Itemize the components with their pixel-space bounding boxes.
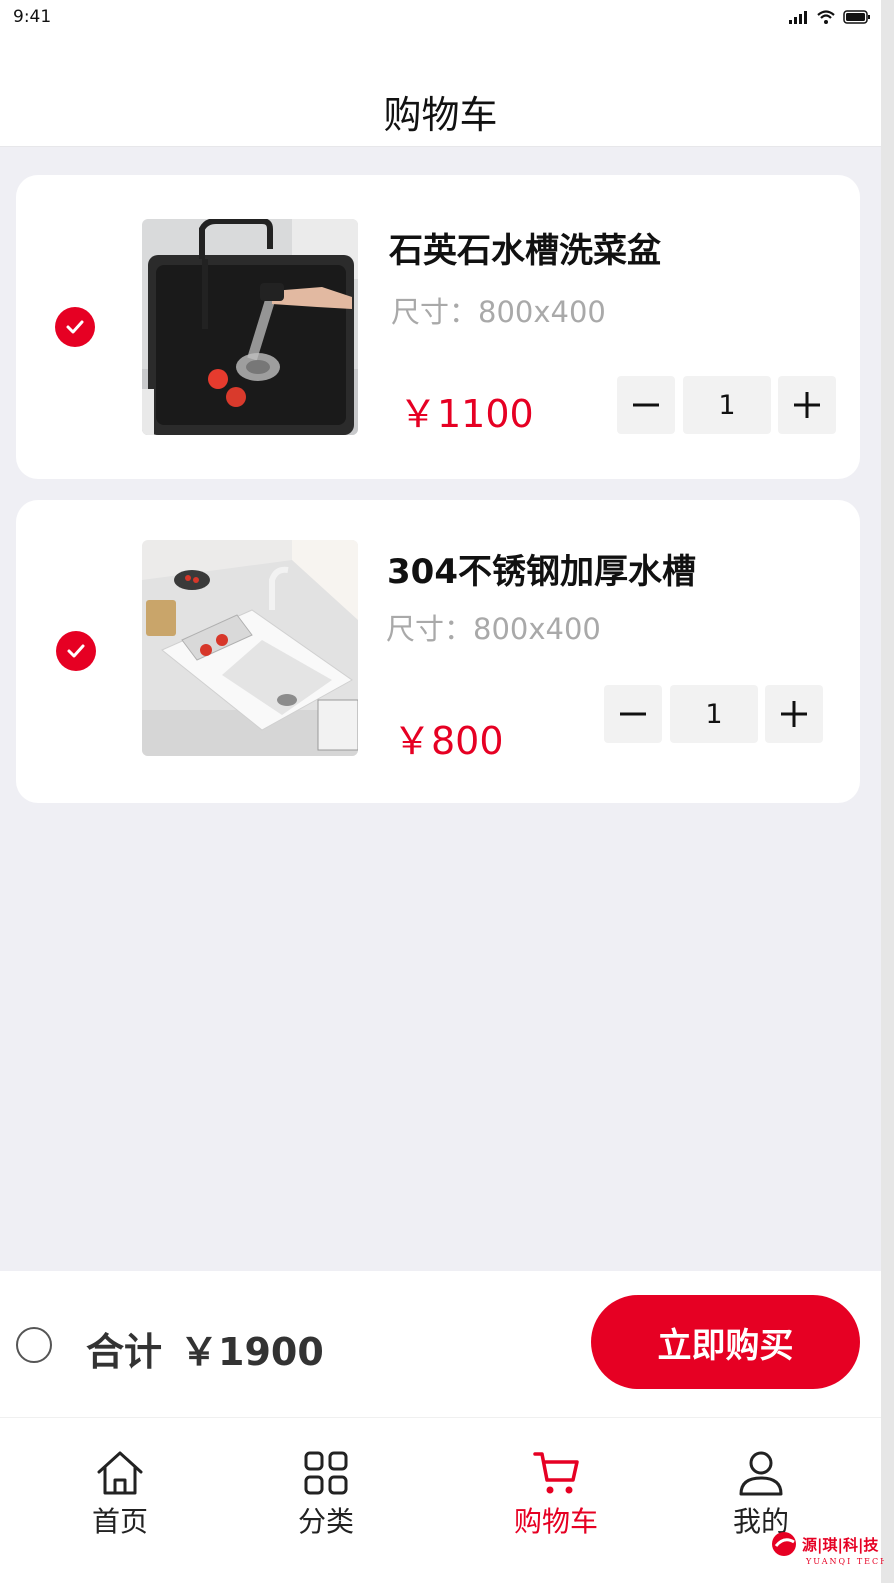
tab-label: 分类	[297, 1505, 354, 1538]
sink-photo-white	[142, 540, 358, 756]
status-icons	[789, 10, 871, 24]
home-icon	[97, 1451, 143, 1495]
status-time: 9:41	[13, 7, 52, 27]
check-icon	[66, 320, 84, 334]
minus-icon	[633, 403, 659, 407]
checkout-bar: 合计 ￥1900 立即购买	[0, 1271, 881, 1418]
signal-icon	[789, 11, 807, 24]
tab-cart[interactable]: 购物车	[486, 1450, 626, 1540]
wifi-icon	[817, 10, 835, 24]
cart-icon	[533, 1452, 579, 1494]
product-image[interactable]	[142, 540, 358, 756]
cart-item: 石英石水槽洗菜盆 尺寸：800x400 ￥1100 1	[16, 175, 860, 479]
grid-icon	[304, 1451, 348, 1495]
plus-icon	[781, 701, 807, 727]
product-price: ￥800	[393, 719, 504, 763]
svg-text:YUANQI TECH: YUANQI TECH	[805, 1557, 884, 1566]
page-title: 购物车	[383, 93, 498, 137]
app: 9:41 购物车 石英石水槽洗菜盆 尺寸：800x400 ￥1100 1 304…	[0, 0, 881, 1583]
product-size: 尺寸：800x400	[391, 295, 606, 329]
product-name: 石英石水槽洗菜盆	[389, 231, 661, 271]
increase-button[interactable]	[765, 685, 823, 743]
product-image[interactable]	[142, 219, 358, 435]
total-value: ￥1900	[180, 1330, 324, 1374]
buy-now-button[interactable]: 立即购买	[591, 1295, 860, 1389]
product-name: 304不锈钢加厚水槽	[387, 552, 696, 592]
item-checkbox[interactable]	[55, 307, 95, 347]
battery-icon	[843, 10, 870, 24]
tab-home[interactable]: 首页	[50, 1450, 190, 1540]
user-icon	[739, 1451, 783, 1496]
minus-icon	[620, 712, 646, 716]
tab-profile[interactable]: 我的	[691, 1450, 831, 1540]
check-icon	[67, 644, 85, 658]
quantity-field[interactable]: 1	[683, 376, 771, 434]
decrease-button[interactable]	[604, 685, 662, 743]
increase-button[interactable]	[778, 376, 836, 434]
logo-icon: 源|琪|科|技 YUANQI TECH	[772, 1532, 887, 1566]
item-checkbox[interactable]	[56, 631, 96, 671]
select-all-checkbox[interactable]	[16, 1327, 52, 1363]
product-price: ￥1100	[399, 392, 534, 436]
svg-text:源|琪|科|技: 源|琪|科|技	[802, 1536, 879, 1555]
watermark-logo: 源|琪|科|技 YUANQI TECH	[768, 1528, 887, 1568]
tab-label: 购物车	[513, 1505, 598, 1538]
header: 9:41 购物车	[0, 0, 881, 147]
tab-category[interactable]: 分类	[256, 1450, 396, 1540]
product-size: 尺寸：800x400	[386, 612, 601, 646]
tab-bar: 首页 分类 购物车 我的	[0, 1418, 881, 1583]
total-label: 合计	[86, 1330, 163, 1374]
sink-photo-black	[142, 219, 358, 435]
plus-icon	[794, 392, 820, 418]
quantity-field[interactable]: 1	[670, 685, 758, 743]
cart-item: 304不锈钢加厚水槽 尺寸：800x400 ￥800 1	[16, 500, 860, 803]
tab-label: 首页	[91, 1505, 148, 1538]
decrease-button[interactable]	[617, 376, 675, 434]
window-edge	[881, 0, 894, 1583]
